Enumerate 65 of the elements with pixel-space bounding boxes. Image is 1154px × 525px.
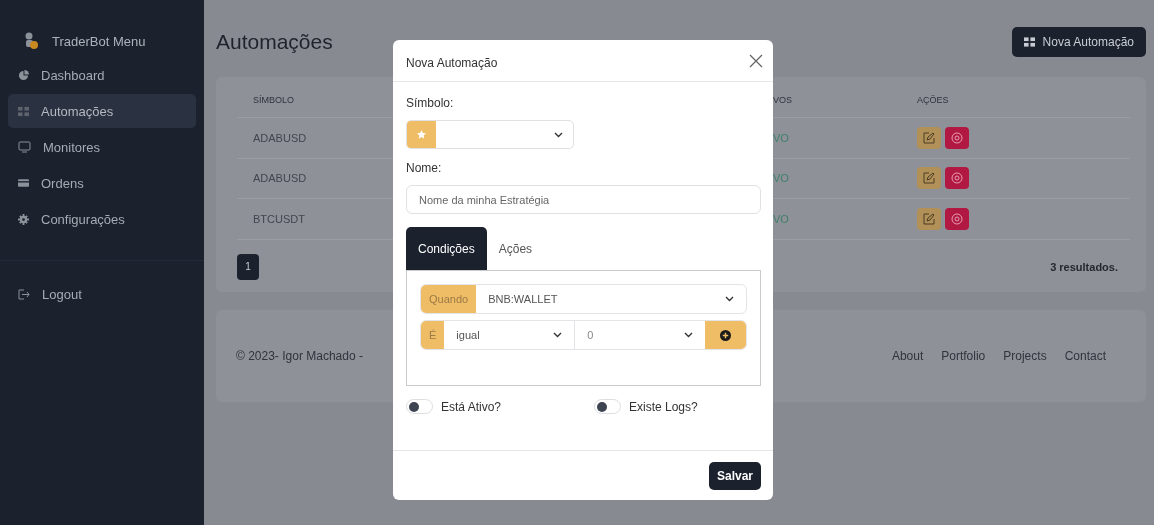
- column-header: AÇÕES: [917, 95, 949, 105]
- footer-link[interactable]: Projects: [1003, 348, 1047, 363]
- save-button[interactable]: Salvar: [708, 461, 761, 490]
- when-select[interactable]: Quando BNB:WALLET: [420, 284, 747, 314]
- card-icon: [18, 178, 29, 188]
- pie-chart-icon: [18, 69, 29, 81]
- page-button[interactable]: 1: [237, 253, 259, 280]
- footer-link[interactable]: Portfolio: [941, 348, 986, 363]
- nav-label: Monitores: [43, 139, 101, 155]
- logout-icon: [18, 288, 30, 300]
- symbol-select[interactable]: [406, 120, 574, 149]
- nav-item[interactable]: Automações: [8, 94, 196, 128]
- new-automation-button[interactable]: Nova Automação: [1011, 27, 1146, 57]
- name-input[interactable]: Nome da minha Estratégia: [406, 185, 761, 214]
- field-label: Nome:: [406, 161, 443, 175]
- modal-title: Nova Automação: [406, 55, 498, 70]
- close-icon: [749, 53, 763, 68]
- tab[interactable]: Condições: [406, 227, 487, 270]
- star-icon: [417, 130, 426, 139]
- edit-icon: [923, 172, 935, 185]
- brand-name: TraderBot Menu: [52, 33, 146, 49]
- toggle-switch[interactable]: [594, 399, 621, 414]
- edit-button[interactable]: [917, 167, 941, 190]
- edit-icon: [923, 212, 935, 225]
- nav-label: Automações: [41, 103, 114, 119]
- chevron-down-icon: [725, 296, 734, 302]
- column-header: VOS: [773, 95, 792, 105]
- edit-icon: [923, 131, 935, 144]
- monitor-icon: [18, 141, 31, 153]
- stop-button[interactable]: [945, 126, 969, 149]
- chevron-down-icon: [554, 131, 563, 138]
- stop-icon: [951, 212, 963, 225]
- select-value: BNB:WALLET: [488, 293, 558, 305]
- nav-label: Ordens: [41, 175, 84, 191]
- copyright-text: © 2023- Igor Machado -: [236, 348, 363, 363]
- results-count: 3 resultados.: [1050, 260, 1118, 273]
- grid-icon: [1023, 37, 1035, 47]
- footer-link[interactable]: About: [891, 348, 924, 363]
- column-header: SÍMBOLO: [253, 95, 294, 105]
- grid-icon: [18, 105, 29, 117]
- nav-label: Dashboard: [41, 67, 105, 83]
- toggle-switch[interactable]: [406, 399, 433, 414]
- footer-link[interactable]: Contact: [1064, 348, 1106, 363]
- toggle-label: Existe Logs?: [629, 399, 698, 414]
- stop-icon: [951, 172, 963, 185]
- addon-label: Quando: [421, 285, 477, 313]
- stop-button[interactable]: [945, 167, 969, 190]
- status-cell: VO: [773, 172, 789, 185]
- status-cell: VO: [773, 131, 789, 144]
- field-label: Símbolo:: [406, 96, 455, 110]
- gear-icon: [18, 213, 29, 225]
- robot-icon: [24, 32, 38, 50]
- symbol-cell: BTCUSDT: [253, 212, 305, 225]
- page-title: Automações: [216, 30, 333, 54]
- nav-label: Configurações: [41, 211, 125, 227]
- stop-icon: [951, 131, 963, 144]
- edit-button[interactable]: [917, 126, 941, 149]
- toggle-label: Está Ativo?: [441, 399, 502, 414]
- edit-button[interactable]: [917, 207, 941, 230]
- nav-label: Logout: [42, 286, 82, 302]
- stop-button[interactable]: [945, 207, 969, 230]
- symbol-cell: ADABUSD: [253, 131, 307, 144]
- symbol-cell: ADABUSD: [253, 172, 307, 185]
- status-cell: VO: [773, 212, 789, 225]
- tab[interactable]: Ações: [486, 227, 545, 270]
